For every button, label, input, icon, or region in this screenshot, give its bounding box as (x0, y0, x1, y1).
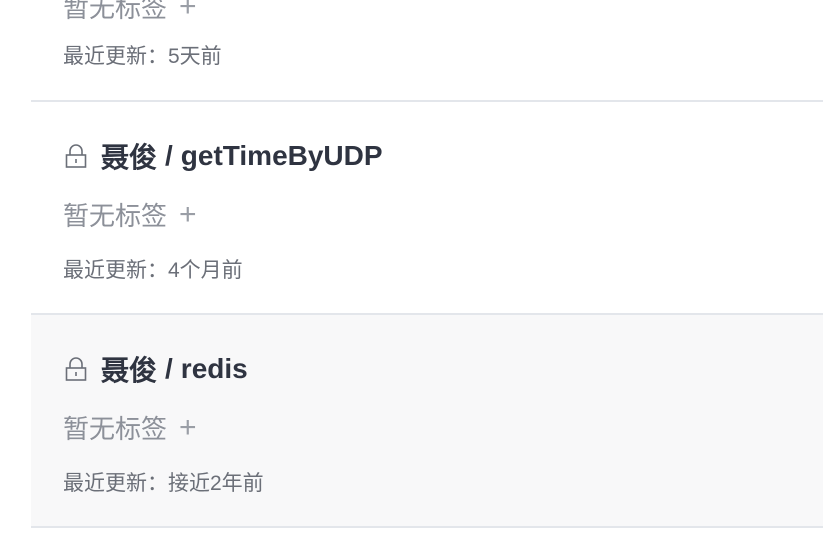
last-updated: 最近更新：5天前 (63, 40, 222, 70)
lock-icon (65, 357, 87, 381)
no-tags-text: 暂无标签 (63, 0, 168, 23)
add-tag-button[interactable]: + (179, 0, 197, 22)
updated-prefix: 最近更新： (63, 259, 168, 282)
repo-title: 聂俊 / redis (63, 349, 248, 389)
tags-row: 暂无标签 + (63, 409, 197, 446)
lock-icon (65, 144, 87, 168)
repo-item[interactable]: 聂俊 / redis 暂无标签 + 最近更新：接近2年前 (31, 315, 823, 528)
repo-name-link[interactable]: redis (181, 353, 248, 385)
add-tag-button[interactable]: + (179, 199, 197, 230)
repo-item[interactable]: 聂俊 / getTimeByUDP 暂无标签 + 最近更新：4个月前 (31, 102, 823, 315)
repo-name-link[interactable]: getTimeByUDP (181, 140, 383, 172)
tags-row: 暂无标签 + (63, 196, 197, 233)
updated-value: 接近2年前 (168, 472, 264, 495)
updated-prefix: 最近更新： (63, 472, 168, 495)
updated-prefix: 最近更新： (63, 45, 168, 68)
repo-list: 暂无标签 + 最近更新：5天前 聂俊 / getTimeByUDP 暂无标签 +… (0, 0, 823, 555)
repo-owner-link[interactable]: 聂俊 (101, 136, 157, 176)
path-separator: / (165, 140, 173, 171)
add-tag-button[interactable]: + (179, 412, 197, 443)
repo-title: 聂俊 / getTimeByUDP (63, 136, 383, 176)
path-separator: / (165, 353, 173, 384)
no-tags-text: 暂无标签 (63, 201, 168, 231)
repo-item[interactable]: 暂无标签 + 最近更新：5天前 (31, 0, 823, 102)
tags-row: 暂无标签 + (63, 0, 197, 25)
last-updated: 最近更新：接近2年前 (63, 467, 264, 497)
no-tags-text: 暂无标签 (63, 414, 168, 444)
updated-value: 5天前 (168, 45, 222, 68)
updated-value: 4个月前 (168, 259, 243, 282)
repo-owner-link[interactable]: 聂俊 (101, 349, 157, 389)
last-updated: 最近更新：4个月前 (63, 254, 243, 284)
